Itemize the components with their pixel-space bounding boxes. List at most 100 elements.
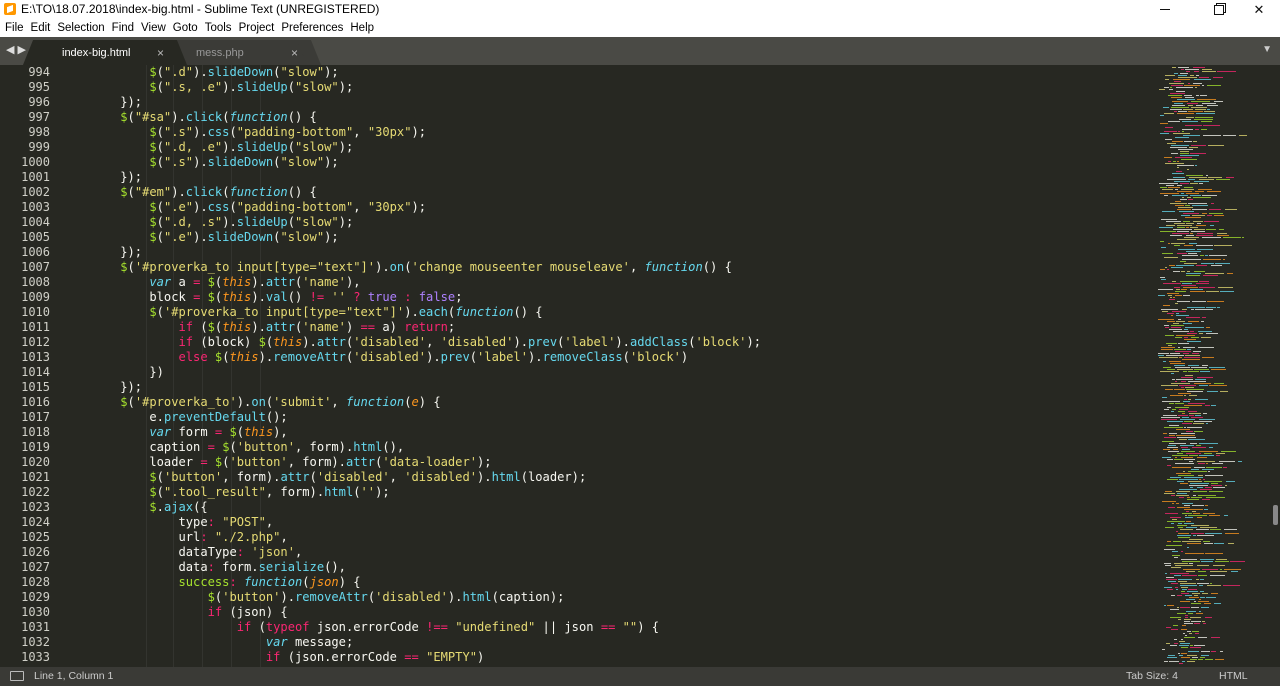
tab-close-icon[interactable]: × [157,46,164,60]
minimap-line [1163,415,1177,416]
minimap-line [1217,235,1229,236]
code-line[interactable]: $(".e").css("padding-bottom", "30px"); [62,200,1146,215]
code-lines[interactable]: $(".d").slideDown("slow"); $(".s, .e").s… [62,65,1146,665]
minimap-line [1205,255,1208,256]
minimap-line [1175,351,1191,352]
panel-toggle-icon[interactable] [10,671,24,681]
minimap-line [1181,639,1183,640]
minimap-line [1189,633,1192,634]
code-line[interactable]: }); [62,170,1146,185]
minimap-line [1211,369,1226,370]
code-line[interactable]: $(".s, .e").slideUp("slow"); [62,80,1146,95]
minimap-line [1184,237,1199,238]
code-line[interactable]: $(".s").slideDown("slow"); [62,155,1146,170]
code-line[interactable]: $.ajax({ [62,500,1146,515]
code-line[interactable]: $('#proverka_to input[type="text"]').on(… [62,260,1146,275]
code-line[interactable]: dataType: 'json', [62,545,1146,560]
code-line[interactable]: $(".d").slideDown("slow"); [62,65,1146,80]
code-line[interactable]: block = $(this).val() != '' ? true : fal… [62,290,1146,305]
minimap-line [1191,145,1206,146]
code-line[interactable]: }); [62,245,1146,260]
tab-list-dropdown-icon[interactable]: ▼ [1262,44,1272,55]
code-line[interactable]: if (block) $(this).attr('disabled', 'dis… [62,335,1146,350]
code-line[interactable]: $("#sa").click(function() { [62,110,1146,125]
code-line[interactable]: if (typeof json.errorCode !== "undefined… [62,620,1146,635]
code-line[interactable]: $('#proverka_to').on('submit', function(… [62,395,1146,410]
code-line[interactable]: $(".e").slideDown("slow"); [62,230,1146,245]
menu-find[interactable]: Find [109,22,137,34]
code-line[interactable]: url: "./2.php", [62,530,1146,545]
minimap-line [1211,203,1214,204]
close-window-button[interactable]: ✕ [1236,0,1280,19]
code-line[interactable]: success: function(json) { [62,575,1146,590]
code-line[interactable]: $('button', form).attr('disabled', 'disa… [62,470,1146,485]
minimap-line [1190,645,1193,646]
minimap-line [1172,503,1174,504]
minimap-line [1181,271,1185,272]
code-editor[interactable]: 994 995 996 997 998 999 1000 1001 1002 1003 1004 10… [0,65,1146,667]
menu-selection[interactable]: Selection [54,22,107,34]
minimap-line [1178,653,1180,654]
code-line[interactable]: if ($(this).attr('name') == a) return; [62,320,1146,335]
code-line[interactable]: $(".d, .e").slideUp("slow"); [62,140,1146,155]
minimap-line [1180,183,1189,184]
code-line[interactable]: else $(this).removeAttr('disabled').prev… [62,350,1146,365]
minimap-line [1206,423,1208,424]
menu-help[interactable]: Help [347,22,377,34]
minimap-line [1197,99,1216,100]
minimap-line [1182,589,1187,590]
tab-close-icon[interactable]: × [291,46,298,60]
tab-index-big-html[interactable]: index-big.html × [36,40,174,65]
minimap-line [1164,661,1168,662]
minimap-line [1188,105,1193,106]
minimap-line [1178,581,1187,582]
menu-edit[interactable]: Edit [28,22,54,34]
menu-view[interactable]: View [138,22,169,34]
code-line[interactable]: $(".tool_result", form).html(''); [62,485,1146,500]
code-line[interactable]: $('#proverka_to input[type="text"]').eac… [62,305,1146,320]
code-line[interactable]: }); [62,95,1146,110]
tab-nav-arrows-icon[interactable]: ◀▶ [6,43,29,56]
code-line[interactable]: $("#em").click(function() { [62,185,1146,200]
minimap-line [1177,437,1196,438]
minimap-line [1183,371,1187,372]
code-line[interactable]: }); [62,380,1146,395]
menu-tools[interactable]: Tools [202,22,235,34]
line-number: 1027 [21,560,50,574]
minimap-line [1174,103,1183,104]
scrollbar-thumb[interactable] [1273,505,1278,525]
code-line[interactable]: var message; [62,635,1146,650]
minimap-line [1199,333,1203,334]
minimap-line [1177,613,1186,614]
menu-preferences[interactable]: Preferences [278,22,346,34]
minimap-line [1175,295,1182,296]
code-line[interactable]: caption = $('button', form).html(), [62,440,1146,455]
code-line[interactable]: data: form.serialize(), [62,560,1146,575]
code-line[interactable]: var a = $(this).attr('name'), [62,275,1146,290]
minimap[interactable] [1146,65,1280,667]
menu-project[interactable]: Project [236,22,278,34]
code-line[interactable]: e.preventDefault(); [62,410,1146,425]
code-line[interactable]: type: "POST", [62,515,1146,530]
minimap-line [1178,67,1189,68]
tab-mess-php[interactable]: mess.php × [170,40,308,65]
code-line[interactable]: if (json.errorCode == "EMPTY") [62,650,1146,665]
minimap-line [1180,155,1199,156]
menu-file[interactable]: File [2,22,27,34]
menu-goto[interactable]: Goto [170,22,201,34]
code-line[interactable]: var form = $(this), [62,425,1146,440]
code-line[interactable]: $(".s").css("padding-bottom", "30px"); [62,125,1146,140]
minimap-line [1170,235,1182,236]
minimap-line [1216,455,1220,456]
code-line[interactable]: if (json) { [62,605,1146,620]
code-line[interactable]: loader = $('button', form).attr('data-lo… [62,455,1146,470]
minimap-line [1179,385,1196,386]
code-line[interactable]: $(".d, .s").slideUp("slow"); [62,215,1146,230]
minimap-line [1167,657,1177,658]
code-line[interactable]: $('button').removeAttr('disabled').html(… [62,590,1146,605]
tab-size-selector[interactable]: Tab Size: 4 [1126,670,1178,682]
minimap-line [1165,79,1169,80]
code-line[interactable]: }) [62,365,1146,380]
minimize-button[interactable] [1142,0,1188,19]
syntax-selector[interactable]: HTML [1219,670,1248,682]
